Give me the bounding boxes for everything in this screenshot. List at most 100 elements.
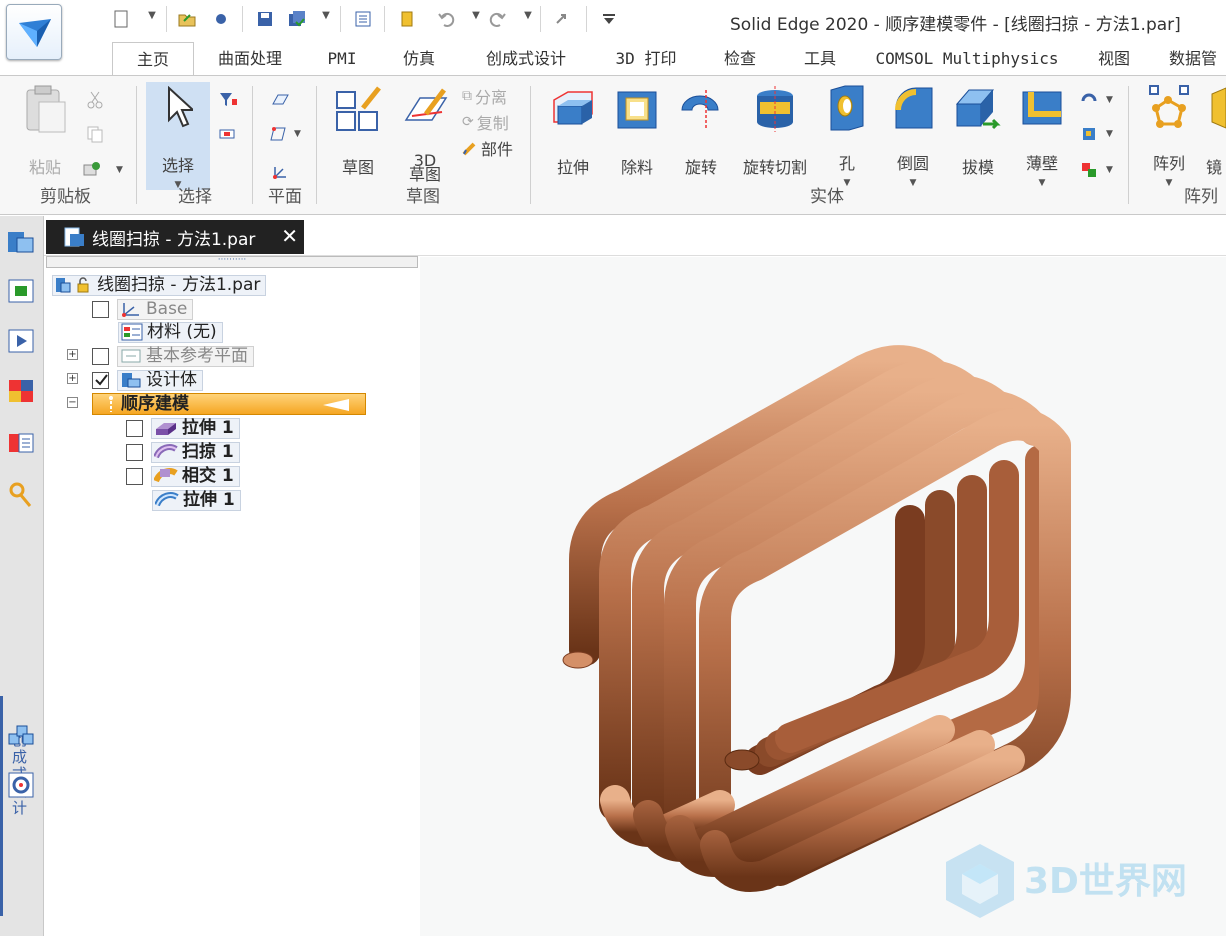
tree-item-label: 顺序建模 — [121, 394, 189, 414]
new-dropdown-arrow[interactable]: ▼ — [146, 10, 158, 21]
tab-tools[interactable]: 工具 — [786, 42, 854, 76]
tab-3d-print[interactable]: 3D 打印 — [598, 42, 694, 76]
layers-icon[interactable] — [6, 428, 36, 458]
feature-playback-icon[interactable] — [6, 326, 36, 356]
tab-generative-design[interactable]: 创成式设计 — [466, 42, 586, 76]
new-icon[interactable] — [110, 8, 132, 30]
hole-button[interactable]: 孔 ▼ — [820, 82, 874, 188]
separate-button[interactable]: ⧉ 分离 — [462, 84, 507, 108]
pattern-dropdown-arrow[interactable]: ▼ — [1166, 178, 1173, 188]
customize-icon[interactable] — [598, 8, 620, 30]
mirror-label: 镜 — [1206, 158, 1223, 177]
repeat-icon[interactable] — [552, 8, 574, 30]
copy-icon[interactable] — [86, 122, 104, 146]
tree-checkbox-checked[interactable] — [92, 371, 109, 389]
clipboard-dropdown-arrow[interactable]: ▼ — [116, 165, 123, 175]
part-file-icon — [56, 278, 71, 293]
tree-item-extrude-1[interactable]: 拉伸 1 — [126, 417, 240, 439]
redo-icon[interactable] — [486, 8, 508, 30]
tree-root[interactable]: 线圈扫掠 - 方法1.par — [52, 274, 267, 296]
copy-sketch-button[interactable]: ⟳ 复制 — [462, 110, 509, 134]
properties-icon[interactable] — [352, 8, 374, 30]
thin-wall-button[interactable]: 薄壁 ▼ — [1014, 82, 1070, 188]
appearance-icon[interactable] — [6, 376, 36, 406]
graphics-viewport[interactable] — [420, 257, 1226, 936]
hole-dropdown-arrow[interactable]: ▼ — [844, 178, 851, 188]
tree-checkbox[interactable] — [92, 300, 109, 318]
select-filter-icon[interactable] — [218, 88, 238, 112]
coordinate-system-icon[interactable] — [270, 160, 290, 184]
redo-dropdown-arrow[interactable]: ▼ — [522, 10, 534, 21]
generative-design-key-icon[interactable] — [6, 480, 36, 510]
copper-coil-model[interactable] — [420, 257, 1226, 936]
application-button[interactable] — [6, 4, 62, 60]
library-tab-icon[interactable] — [6, 276, 36, 306]
pattern-button[interactable]: 阵列 ▼ — [1140, 82, 1198, 188]
open-icon[interactable] — [176, 8, 198, 30]
undo-dropdown-arrow[interactable]: ▼ — [470, 10, 482, 21]
pathfinder-resize-handle[interactable]: ·········· — [46, 256, 418, 268]
tab-surfacing[interactable]: 曲面处理 — [200, 42, 300, 76]
solid-extra-3-icon[interactable]: ▼ — [1080, 158, 1113, 182]
ribbon-tabs: 主页 曲面处理 PMI 仿真 创成式设计 3D 打印 检查 工具 COMSOL … — [0, 42, 1226, 76]
thin-wall-dropdown-arrow[interactable]: ▼ — [1039, 178, 1046, 188]
cut-label: 除料 — [620, 158, 653, 177]
tree-item-intersect-1[interactable]: 相交 1 — [126, 465, 240, 487]
tab-home[interactable]: 主页 — [112, 42, 194, 76]
collapse-icon[interactable]: − — [67, 397, 78, 408]
cut-button[interactable]: 除料 — [608, 82, 666, 182]
print-icon[interactable] — [210, 8, 232, 30]
revolve-cut-button[interactable]: 旋转切割 — [736, 82, 814, 182]
round-dropdown-arrow[interactable]: ▼ — [910, 178, 917, 188]
part-button[interactable]: 部件 — [462, 136, 513, 160]
tree-item-material[interactable]: 材料 (无) — [118, 321, 223, 343]
draft-button[interactable]: 拔模 — [950, 82, 1006, 182]
save-all-icon[interactable] — [286, 8, 308, 30]
solid-extra-1-icon[interactable]: ▼ — [1080, 88, 1113, 112]
tab-inspect[interactable]: 检查 — [706, 42, 774, 76]
solid-extra-2-icon[interactable]: ▼ — [1080, 122, 1113, 146]
tree-item-extrude-1-rolled[interactable]: 拉伸 1 — [152, 489, 241, 511]
document-tab[interactable]: 线圈扫掠 - 方法1.par ✕ — [46, 220, 304, 254]
tree-checkbox[interactable] — [126, 419, 143, 437]
close-document-icon[interactable]: ✕ — [281, 224, 298, 248]
assembly-icon[interactable] — [6, 720, 36, 750]
tree-item-reference-planes[interactable]: 基本参考平面 — [92, 345, 254, 367]
settings-icon[interactable] — [6, 770, 36, 800]
pathfinder-tab-icon[interactable] — [6, 226, 36, 256]
format-painter-icon[interactable]: ▼ — [82, 158, 123, 182]
tree-item-sweep-1[interactable]: 扫掠 1 — [126, 441, 240, 463]
select-button[interactable]: 选择 ▼ — [146, 82, 210, 190]
undo-icon[interactable] — [436, 8, 458, 30]
tree-item-design-body[interactable]: 设计体 — [92, 369, 203, 391]
expand-icon[interactable]: + — [67, 349, 78, 360]
tree-item-ordered[interactable]: 顺序建模 — [92, 393, 366, 415]
revolve-button[interactable]: 旋转 — [672, 82, 730, 182]
tab-simulation[interactable]: 仿真 — [384, 42, 454, 76]
coincident-plane-icon[interactable] — [270, 88, 290, 112]
round-button[interactable]: 倒圆 ▼ — [884, 82, 942, 188]
tree-item-label: Base — [146, 299, 188, 319]
plane-options-icon[interactable]: ▼ — [268, 122, 301, 146]
save-icon[interactable] — [254, 8, 276, 30]
rollback-marker-icon[interactable] — [321, 398, 351, 412]
mirror-button[interactable]: 镜 — [1206, 82, 1226, 182]
extrude-button[interactable]: 拉伸 — [544, 82, 602, 182]
file-icon[interactable] — [396, 8, 418, 30]
expand-icon[interactable]: + — [67, 373, 78, 384]
select-tools-icon[interactable] — [218, 122, 238, 146]
plane-dropdown-arrow[interactable]: ▼ — [294, 129, 301, 139]
tree-item-base[interactable]: Base — [92, 298, 194, 320]
save-dropdown-arrow[interactable]: ▼ — [320, 10, 332, 21]
tree-checkbox[interactable] — [126, 443, 143, 461]
sketch-button[interactable]: 草图 — [330, 82, 386, 182]
tree-checkbox[interactable] — [126, 467, 143, 485]
tab-pmi[interactable]: PMI — [312, 42, 372, 76]
tab-comsol[interactable]: COMSOL Multiphysics — [866, 42, 1068, 76]
sketch-3d-button[interactable]: 3D 草图 — [396, 82, 454, 183]
tree-checkbox[interactable] — [92, 347, 109, 365]
tab-data-management[interactable]: 数据管 — [1160, 42, 1226, 76]
paste-button[interactable]: 粘贴 — [18, 82, 72, 182]
cut-icon[interactable] — [86, 88, 104, 112]
tab-view[interactable]: 视图 — [1080, 42, 1148, 76]
